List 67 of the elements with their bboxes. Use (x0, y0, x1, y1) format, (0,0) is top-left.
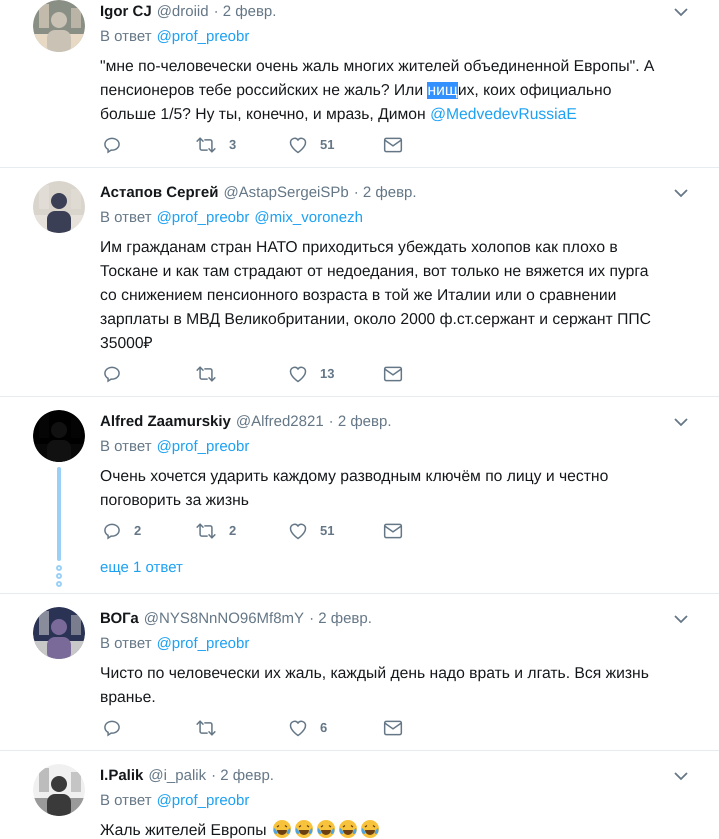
author-handle[interactable]: @droiid (156, 2, 209, 22)
mention-link[interactable]: @MedvedevRussiaE (430, 106, 577, 123)
author-name[interactable]: Alfred Zaamurskiy (100, 412, 231, 432)
reply-label: В ответ (100, 26, 152, 47)
tweet-date[interactable]: · 2 февр. (328, 412, 392, 432)
retweet-icon[interactable] (195, 718, 217, 738)
heart-icon[interactable] (288, 521, 308, 541)
reply-label: В ответ (100, 790, 152, 811)
count: 51 (320, 522, 334, 540)
retweet-icon[interactable] (195, 364, 217, 384)
tweet-date[interactable]: · 2 февр. (354, 183, 417, 203)
laughing-emoji-icon (294, 819, 314, 839)
reply-icon[interactable] (102, 521, 122, 541)
mention-link[interactable]: @prof_preobr (156, 26, 250, 48)
reply-label: В ответ (100, 634, 152, 654)
author-name[interactable]: I.Palik (100, 766, 144, 786)
mention-link[interactable]: @prof_preobr (156, 436, 250, 458)
laughing-emoji-icon (316, 819, 336, 839)
author-name[interactable]: Igor CJ (100, 2, 152, 22)
count: 51 (320, 136, 334, 154)
tweet-date[interactable]: · 2 февр. (211, 766, 274, 786)
retweet-icon[interactable] (195, 135, 217, 155)
heart-icon[interactable] (288, 135, 308, 155)
mail-icon[interactable] (383, 136, 403, 154)
mail-icon[interactable] (383, 365, 403, 383)
heart-icon[interactable] (288, 364, 308, 384)
mail-icon[interactable] (383, 522, 403, 540)
chevron-down-icon[interactable] (673, 188, 689, 198)
more-replies-link[interactable]: еще 1 ответ (100, 559, 183, 576)
reply-icon[interactable] (102, 364, 122, 384)
tweet-text: Им гражданам стран НАТО приходиться убеждать холопов как плохо в Тоскане и как там страдают от недоедания, вот только не вяжется их пурга со снижением пенсионного возраста в той же Италии или о сравнении зарплаты в МВД Великобритании, около 2000 ф.ст.сержант и сержант ППС 35000₽ (100, 238, 652, 354)
count: 2 (134, 522, 142, 540)
count: 13 (320, 365, 334, 384)
heart-icon[interactable] (288, 718, 308, 738)
chevron-down-icon[interactable] (673, 771, 689, 781)
tweet-text: Очень хочется ударить каждому разводным ключём по лицу и честно поговорить за жизнь (100, 467, 610, 511)
chevron-down-icon[interactable] (673, 614, 689, 624)
chevron-down-icon[interactable] (673, 7, 689, 17)
author-name[interactable]: Астапов Сергей (100, 183, 218, 203)
mail-icon[interactable] (383, 719, 403, 737)
dots-icon (56, 565, 62, 587)
tweet-text: "мне по-человечески очень жаль многих жителей объединенной Европы". А пенсионеров тебе российских не жаль? Или нищих, коих официально больше 1/5? Ну ты, конечно, и мразь, Димон @MedvedevRussiaE (100, 57, 656, 125)
count: 6 (320, 719, 328, 738)
author-handle[interactable]: @AstapSergeiSPb (223, 183, 349, 203)
tweet-date[interactable]: · 2 февр. (214, 2, 276, 22)
reply-icon[interactable] (102, 718, 122, 738)
tweet-text: Жаль жителей Европы (100, 819, 689, 839)
chevron-down-icon[interactable] (673, 417, 689, 427)
tweet-date[interactable]: · 2 февр. (309, 609, 372, 629)
mention-link[interactable]: @prof_preobr (156, 632, 250, 656)
laughing-emoji-icon (272, 819, 292, 839)
count: 2 (229, 522, 236, 540)
laughing-emoji-icon (360, 819, 380, 839)
mention-link[interactable]: @prof_preobr (156, 790, 250, 812)
mention-link[interactable]: @mix_voronezh (254, 206, 363, 230)
author-handle[interactable]: @Alfred2821 (236, 412, 324, 432)
retweet-icon[interactable] (195, 521, 217, 541)
reply-label: В ответ (100, 436, 152, 457)
author-handle[interactable]: @NYS8NnNO96Mf8mY (144, 609, 304, 629)
reply-icon[interactable] (102, 135, 122, 155)
reply-label: В ответ (100, 208, 152, 228)
tweet-text: Чисто по человечески их жаль, каждый день надо врать и лгать. Вся жизнь вранье. (100, 664, 650, 708)
count: 3 (229, 136, 236, 154)
author-handle[interactable]: @i_palik (148, 766, 206, 786)
author-name[interactable]: ВОГа (100, 609, 139, 629)
mention-link[interactable]: @prof_preobr (156, 206, 250, 230)
laughing-emoji-icon (338, 819, 358, 839)
